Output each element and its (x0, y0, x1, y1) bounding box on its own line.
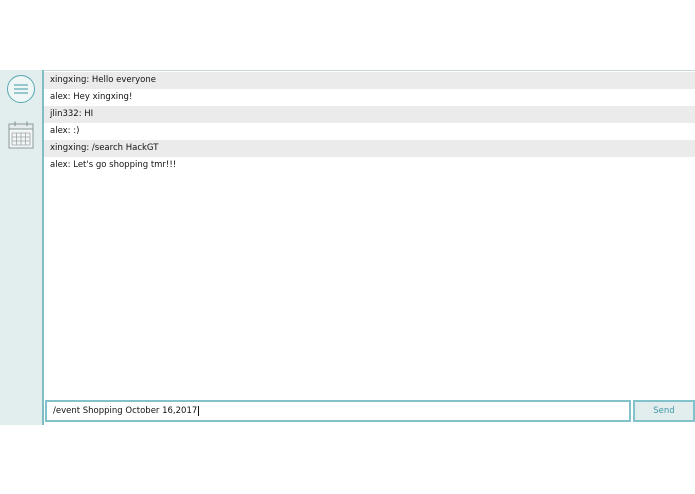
message-input[interactable]: /event Shopping October 16,2017 (45, 400, 631, 422)
message-item: xingxing: /search HackGT (44, 140, 695, 157)
calendar-icon[interactable] (6, 120, 36, 150)
text-caret (198, 405, 200, 416)
message-item: jlin332: HI (44, 106, 695, 123)
sidebar (0, 70, 44, 425)
message-item: alex: Hey xingxing! (50, 92, 133, 102)
message-list: xingxing: Hello everyone alex: Hey xingx… (44, 72, 695, 174)
send-button[interactable]: Send (633, 400, 695, 422)
message-item: alex: :) (50, 126, 80, 136)
composer: /event Shopping October 16,2017 Send (44, 399, 695, 426)
message-input-value: /event Shopping October 16,2017 (53, 406, 198, 416)
chat-panel: xingxing: Hello everyone alex: Hey xingx… (44, 70, 695, 426)
chat-app: xingxing: Hello everyone alex: Hey xingx… (0, 70, 695, 426)
message-item: xingxing: Hello everyone (44, 72, 695, 89)
message-item: alex: Let's go shopping tmr!!! (50, 160, 177, 170)
hamburger-menu-icon[interactable] (7, 75, 35, 103)
